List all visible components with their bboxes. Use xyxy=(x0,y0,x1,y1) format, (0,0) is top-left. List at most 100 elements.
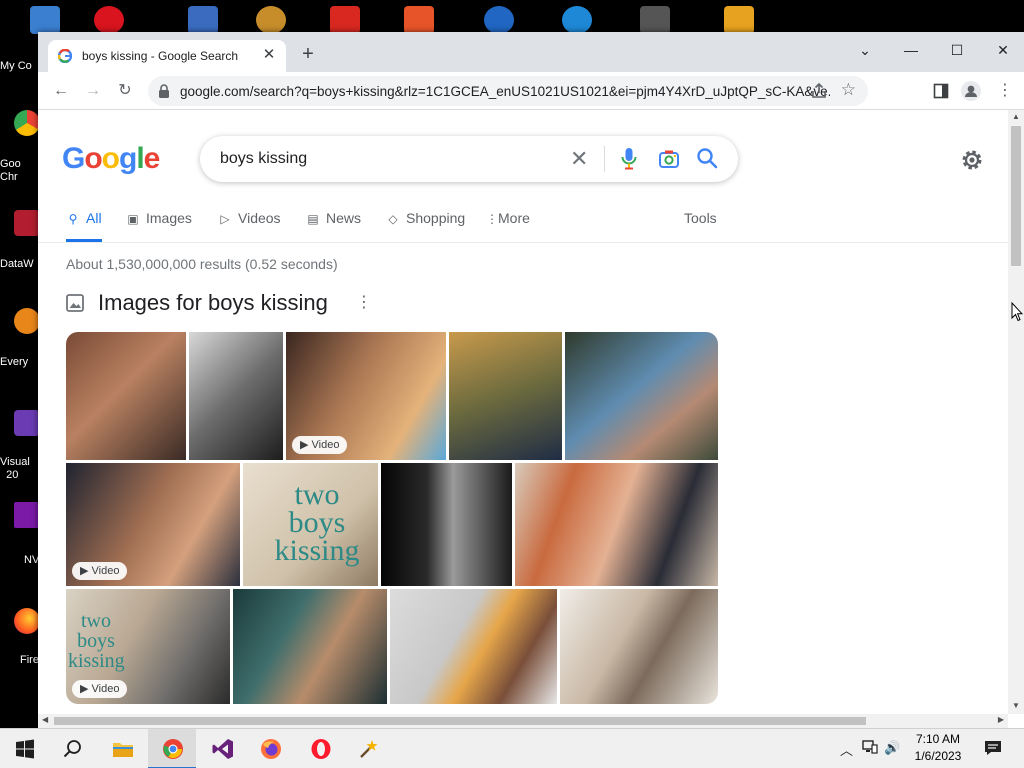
search-submit-icon[interactable] xyxy=(696,147,718,169)
desktop-top-icon-opera[interactable] xyxy=(94,6,124,34)
nvivo-icon xyxy=(14,502,40,528)
image-thumbnail-12[interactable] xyxy=(390,589,557,704)
maximize-button[interactable]: ☐ xyxy=(934,36,980,64)
desktop-top-icon-app2[interactable] xyxy=(256,6,286,34)
image-thumbnail-2[interactable] xyxy=(189,332,283,460)
more-vert-icon: ⋮ xyxy=(486,212,498,226)
google-logo[interactable]: Google xyxy=(62,142,160,176)
google-lens-camera-icon[interactable] xyxy=(658,148,680,170)
search-icon: ⚲ xyxy=(68,212,78,226)
desktop-icon-firefox[interactable]: Fire xyxy=(0,608,40,668)
scroll-right-arrow-icon[interactable]: ▶ xyxy=(998,715,1004,724)
image-thumbnail-11[interactable] xyxy=(233,589,387,704)
result-stats: About 1,530,000,000 results (0.52 second… xyxy=(66,256,338,272)
image-thumbnail-3[interactable]: ▶ Video xyxy=(286,332,446,460)
settings-gear-icon[interactable] xyxy=(960,148,984,172)
desktop-top-icon-app7[interactable] xyxy=(640,6,670,34)
search-box[interactable]: boys kissing ✕ xyxy=(200,136,738,182)
taskbar-visual-studio[interactable] xyxy=(198,729,246,768)
browser-tab-active[interactable]: boys kissing - Google Search ✕ xyxy=(48,40,286,72)
desktop-top-icon-app3[interactable] xyxy=(330,6,360,34)
video-icon: ▷ xyxy=(220,212,230,226)
more-options-icon[interactable]: ⋮ xyxy=(356,292,372,312)
image-thumbnail-13[interactable] xyxy=(560,589,718,704)
bookmark-star-icon[interactable]: ☆ xyxy=(841,80,856,100)
minimize-button[interactable]: — xyxy=(888,36,934,64)
profile-avatar-icon[interactable] xyxy=(960,80,982,102)
desktop-icon-my-computer[interactable]: My Co xyxy=(0,40,40,80)
tray-overflow-chevron-icon[interactable]: ︿ xyxy=(840,740,853,759)
tools-button[interactable]: Tools xyxy=(684,210,717,242)
image-icon xyxy=(66,294,84,312)
taskbar-google-chrome[interactable] xyxy=(148,729,196,768)
taskbar-magic-wand-app[interactable] xyxy=(344,729,392,768)
visual-studio-icon xyxy=(212,739,233,759)
new-tab-button[interactable]: + xyxy=(298,44,318,64)
search-icon xyxy=(63,740,81,758)
image-thumbnail-4[interactable] xyxy=(449,332,562,460)
desktop-icon-datawrapper[interactable]: DataW xyxy=(0,210,40,270)
side-panel-icon[interactable] xyxy=(930,80,952,102)
tab-videos[interactable]: ▷ Videos xyxy=(218,210,280,242)
datawrapper-icon xyxy=(14,210,40,236)
taskbar-file-explorer[interactable] xyxy=(98,729,146,768)
microphone-icon[interactable] xyxy=(620,147,638,171)
tab-close-icon[interactable]: ✕ xyxy=(260,46,278,64)
desktop-top-icon-app4[interactable] xyxy=(404,6,434,34)
lock-icon[interactable] xyxy=(158,84,170,98)
desktop-icon-everything[interactable]: Every xyxy=(0,308,40,368)
tab-images[interactable]: ▣ Images xyxy=(126,210,192,242)
tab-more[interactable]: ⋮More xyxy=(486,210,530,242)
chrome-icon xyxy=(14,110,40,136)
scroll-up-arrow-icon[interactable]: ▲ xyxy=(1012,112,1020,121)
image-thumbnail-8[interactable] xyxy=(381,463,512,586)
desktop-top-icon-app6[interactable] xyxy=(562,6,592,34)
horizontal-scroll-thumb[interactable] xyxy=(54,717,866,725)
desktop-icon-visual-studio[interactable]: Visual 20 xyxy=(0,410,40,486)
image-thumbnail-1[interactable] xyxy=(66,332,186,460)
tab-shopping[interactable]: ◇ Shopping xyxy=(386,210,465,242)
start-button[interactable] xyxy=(0,729,48,768)
notifications-icon[interactable] xyxy=(984,740,1002,759)
horizontal-scrollbar[interactable]: ◀ ▶ xyxy=(38,714,1008,728)
address-bar[interactable]: google.com/search?q=boys+kissing&rlz=1C1… xyxy=(148,76,868,106)
tab-search-button[interactable]: ⌄ xyxy=(842,36,888,64)
image-thumbnail-10[interactable]: two boys kissing ▶ Video xyxy=(66,589,230,704)
image-icon: ▣ xyxy=(127,212,139,226)
desktop-top-icon-app8[interactable] xyxy=(724,6,754,34)
book-cover-text: two boys kissing xyxy=(68,610,125,672)
vertical-scroll-thumb[interactable] xyxy=(1011,126,1021,266)
tab-news[interactable]: ▤ News xyxy=(306,210,361,242)
clear-search-icon[interactable]: ✕ xyxy=(570,146,588,172)
desktop-top-icon-monitor[interactable] xyxy=(30,6,60,34)
taskbar-clock[interactable]: 7:10 AM 1/6/2023 xyxy=(906,731,970,765)
close-window-button[interactable]: ✕ xyxy=(980,36,1024,64)
search-input[interactable]: boys kissing xyxy=(220,150,307,168)
tab-all[interactable]: ⚲ All xyxy=(66,210,102,242)
taskbar-opera[interactable] xyxy=(296,729,344,768)
image-thumbnail-6[interactable]: ▶ Video xyxy=(66,463,240,586)
network-icon[interactable] xyxy=(862,740,878,757)
chrome-menu-icon[interactable]: ⋮ xyxy=(994,80,1016,102)
taskbar-search-button[interactable] xyxy=(48,729,96,768)
desktop-top-icon-app5[interactable] xyxy=(484,6,514,34)
images-section-title: Images for boys kissing xyxy=(98,290,328,315)
forward-button[interactable]: → xyxy=(82,80,104,102)
desktop-icon-nvivo[interactable]: NV xyxy=(0,502,40,568)
image-thumbnail-9[interactable] xyxy=(515,463,718,586)
reload-button[interactable]: ↻ xyxy=(114,80,136,102)
tab-strip: boys kissing - Google Search ✕ + ⌄ — ☐ ✕ xyxy=(38,32,1024,72)
taskbar-firefox[interactable] xyxy=(246,729,294,768)
desktop-top-icon-app[interactable] xyxy=(188,6,218,34)
volume-icon[interactable]: 🔊 xyxy=(884,740,900,756)
image-thumbnail-7[interactable]: two boys kissing xyxy=(243,463,378,586)
desktop-icon-google-chrome[interactable]: Goo Chr xyxy=(0,110,40,190)
back-button[interactable]: ← xyxy=(50,80,72,102)
share-icon[interactable] xyxy=(810,82,828,100)
image-results-grid: ▶ Video ▶ Video two boys kissing two boy… xyxy=(66,332,718,704)
image-thumbnail-5[interactable] xyxy=(565,332,718,460)
vertical-scrollbar[interactable]: ▲ ▼ xyxy=(1008,110,1024,714)
scroll-left-arrow-icon[interactable]: ◀ xyxy=(42,715,48,724)
browser-toolbar: ← → ↻ google.com/search?q=boys+kissing&r… xyxy=(38,72,1024,110)
scroll-down-arrow-icon[interactable]: ▼ xyxy=(1012,701,1020,710)
